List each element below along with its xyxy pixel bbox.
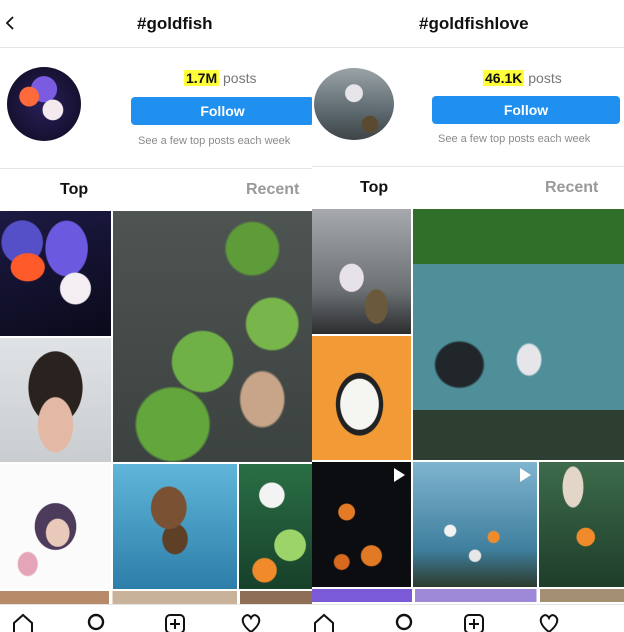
tab-top[interactable]: Top xyxy=(60,181,88,199)
add-post-icon[interactable] xyxy=(463,613,485,632)
heart-icon[interactable] xyxy=(538,613,560,632)
tab-top[interactable]: Top xyxy=(360,179,388,197)
tab-bar: Top Recent xyxy=(312,166,624,210)
post-grid xyxy=(0,211,312,604)
grid-item[interactable] xyxy=(539,462,624,587)
grid-item[interactable] xyxy=(0,211,111,336)
add-post-icon[interactable] xyxy=(164,613,186,632)
grid-item[interactable] xyxy=(0,464,111,589)
grid-item[interactable] xyxy=(113,211,312,462)
hashtag-avatar xyxy=(314,68,394,140)
grid-item[interactable] xyxy=(0,591,312,604)
post-count: 46.1K posts xyxy=(483,70,562,86)
grid-item[interactable] xyxy=(0,338,111,462)
search-icon[interactable] xyxy=(394,613,416,632)
hashtag-page-goldfish: #goldfish 1.7M posts Follow See a few to… xyxy=(0,0,312,632)
hashtag-avatar xyxy=(7,67,81,141)
header: #goldfishlove xyxy=(312,0,624,48)
bottom-nav xyxy=(312,604,624,632)
bottom-nav xyxy=(0,604,312,632)
post-count: 1.7M posts xyxy=(184,70,256,86)
header: #goldfish xyxy=(0,0,312,48)
heart-icon[interactable] xyxy=(240,613,262,632)
post-count-label: posts xyxy=(524,70,562,86)
tab-recent[interactable]: Recent xyxy=(246,181,299,199)
post-count-value: 1.7M xyxy=(184,70,220,86)
tab-recent[interactable]: Recent xyxy=(545,179,598,197)
tab-bar: Top Recent xyxy=(0,168,312,212)
grid-item[interactable] xyxy=(413,209,624,460)
home-icon[interactable] xyxy=(12,613,34,632)
hashtag-page-goldfishlove: #goldfishlove 46.1K posts Follow See a f… xyxy=(312,0,624,632)
follow-subtitle: See a few top posts each week xyxy=(138,135,291,147)
page-title: #goldfishlove xyxy=(419,14,529,33)
grid-item[interactable] xyxy=(239,464,312,589)
grid-item[interactable] xyxy=(312,336,411,460)
follow-subtitle: See a few top posts each week xyxy=(438,133,591,145)
home-icon[interactable] xyxy=(313,613,335,632)
grid-item[interactable] xyxy=(413,462,537,587)
chevron-left-icon[interactable] xyxy=(4,16,18,30)
search-icon[interactable] xyxy=(86,613,108,632)
follow-button[interactable]: Follow xyxy=(131,97,312,125)
post-grid xyxy=(312,209,624,602)
grid-item[interactable] xyxy=(113,464,237,589)
grid-item[interactable] xyxy=(312,209,411,334)
post-count-value: 46.1K xyxy=(483,70,525,86)
follow-button[interactable]: Follow xyxy=(432,96,620,124)
grid-item[interactable] xyxy=(312,462,411,587)
grid-item[interactable] xyxy=(312,589,624,602)
post-count-label: posts xyxy=(219,70,257,86)
page-title: #goldfish xyxy=(137,14,213,33)
video-icon xyxy=(520,468,531,482)
video-icon xyxy=(394,468,405,482)
